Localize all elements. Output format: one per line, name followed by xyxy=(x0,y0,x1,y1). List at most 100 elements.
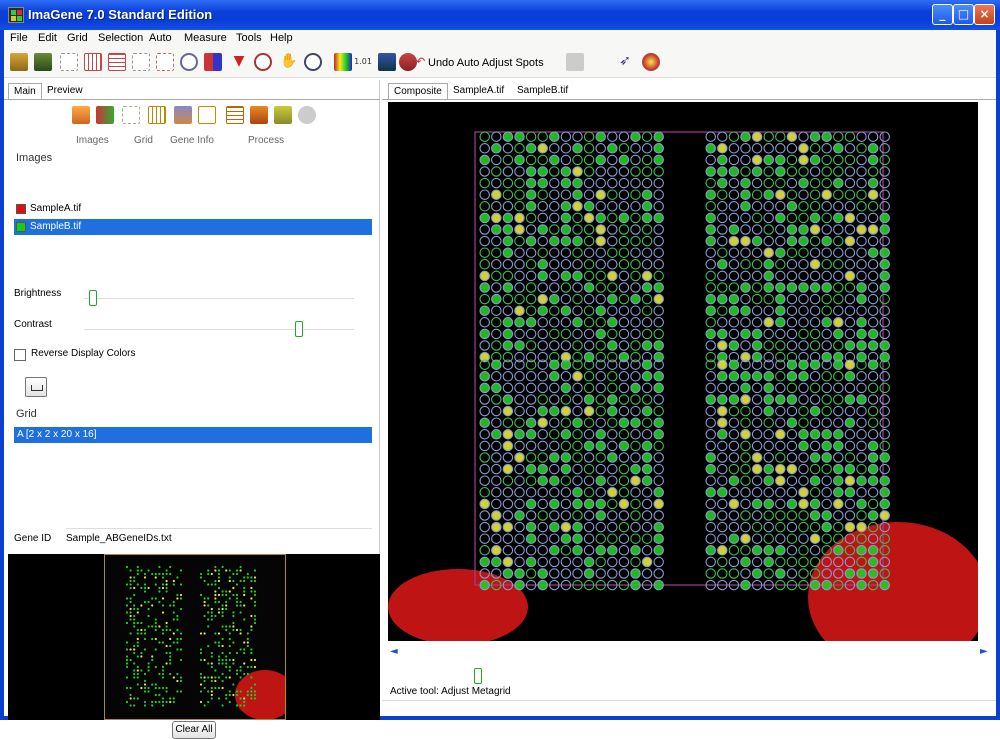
move-icon[interactable] xyxy=(156,53,174,71)
thumb-spot xyxy=(228,693,231,697)
brightness-slider[interactable] xyxy=(89,290,98,306)
tab-sample-a[interactable]: SampleA.tif xyxy=(448,83,509,99)
rotate-icon[interactable] xyxy=(180,53,198,71)
spot xyxy=(630,177,641,189)
reverse-colors-checkbox[interactable] xyxy=(14,349,26,361)
spot xyxy=(537,487,548,498)
menu-measure[interactable]: Measure xyxy=(184,32,227,44)
grid-block[interactable] xyxy=(479,131,664,363)
thumbnail-viewport[interactable] xyxy=(104,554,286,720)
scroll-right-arrow[interactable]: ► xyxy=(980,646,988,657)
spot xyxy=(833,510,844,521)
close-button[interactable]: × xyxy=(974,4,995,25)
image-row-sample-b[interactable]: SampleB.tif xyxy=(14,219,372,235)
spot xyxy=(821,498,832,510)
spot xyxy=(798,177,809,189)
tool-slider[interactable] xyxy=(474,668,482,684)
open-icon[interactable] xyxy=(10,53,28,71)
minimize-button[interactable]: _ xyxy=(932,4,953,25)
thumb-spot xyxy=(129,579,132,583)
contrast-slider[interactable] xyxy=(294,321,303,337)
thumb-spot xyxy=(225,593,228,597)
process-measure-icon[interactable] xyxy=(250,106,268,124)
palette-icon[interactable] xyxy=(642,53,660,71)
spot xyxy=(705,235,716,247)
copy-icon[interactable] xyxy=(132,53,150,71)
grid-list-item[interactable]: A [2 x 2 x 20 x 16] xyxy=(14,427,372,443)
thumb-spot xyxy=(199,572,203,576)
menu-selection[interactable]: Selection xyxy=(98,32,143,44)
grid-load-icon[interactable] xyxy=(148,106,166,124)
display-settings-button[interactable] xyxy=(25,377,47,397)
spot xyxy=(867,212,879,224)
thumb-spot xyxy=(133,651,136,655)
grid-icon[interactable] xyxy=(60,53,78,71)
maximize-button[interactable]: □ xyxy=(953,4,974,25)
save-icon[interactable] xyxy=(34,53,52,71)
thumb-spot xyxy=(176,648,179,651)
images-open-icon[interactable] xyxy=(72,106,90,124)
menu-tools[interactable]: Tools xyxy=(236,32,262,44)
tab-preview[interactable]: Preview xyxy=(42,83,88,99)
composite-canvas[interactable] xyxy=(388,102,978,641)
thumbnail-view[interactable] xyxy=(8,554,380,720)
undo-auto-adjust-button[interactable]: Undo Auto Adjust Spots xyxy=(428,57,544,69)
spot xyxy=(809,429,821,440)
lasso-icon[interactable] xyxy=(254,53,272,71)
thumb-spot xyxy=(165,625,168,628)
menu-file[interactable]: File xyxy=(10,32,28,44)
geneinfo-edit-icon[interactable] xyxy=(198,106,216,124)
thumb-spot xyxy=(239,665,242,669)
thumb-spot xyxy=(147,569,150,572)
zoom-icon[interactable] xyxy=(304,53,322,71)
flag-icon[interactable] xyxy=(204,53,222,71)
spot xyxy=(740,510,751,521)
color-icon[interactable] xyxy=(334,53,352,71)
thumb-spot xyxy=(217,579,221,583)
adjust-icon[interactable] xyxy=(399,53,417,71)
find-spot-icon[interactable] xyxy=(378,53,396,71)
menu-help[interactable]: Help xyxy=(270,32,293,44)
funnel-icon[interactable]: ▼ xyxy=(230,53,248,71)
process-grid-icon[interactable] xyxy=(226,106,244,124)
thumb-spot xyxy=(136,637,139,641)
spot xyxy=(740,328,751,340)
grid-block[interactable] xyxy=(479,359,664,591)
clear-all-button[interactable]: Clear All xyxy=(172,721,216,739)
process-export-icon[interactable] xyxy=(274,106,292,124)
thumb-spot xyxy=(136,565,139,569)
spot xyxy=(751,259,763,270)
spot xyxy=(572,440,583,452)
thumb-spot xyxy=(243,700,246,704)
brightness-track[interactable] xyxy=(84,298,354,299)
thumb-spot xyxy=(214,590,217,593)
contrast-track[interactable] xyxy=(84,329,354,330)
value-icon[interactable]: 1.01 xyxy=(354,53,372,71)
grid-block[interactable] xyxy=(705,131,890,363)
spot xyxy=(867,177,879,189)
grid-place-icon[interactable] xyxy=(122,106,140,124)
tab-main[interactable]: Main xyxy=(8,83,42,99)
grid-add-icon[interactable] xyxy=(84,53,102,71)
grid-block[interactable] xyxy=(705,359,890,591)
spot xyxy=(618,452,630,463)
thumb-spot xyxy=(169,655,172,658)
tab-sample-b[interactable]: SampleB.tif xyxy=(512,83,573,99)
scroll-left-arrow[interactable]: ◄ xyxy=(390,646,398,657)
hand-icon[interactable]: ✋ xyxy=(280,53,298,71)
images-swap-icon[interactable] xyxy=(96,106,114,124)
image-row-sample-a[interactable]: SampleA.tif xyxy=(14,201,372,217)
tab-composite[interactable]: Composite xyxy=(388,83,448,99)
thumb-spot xyxy=(129,583,132,586)
spot xyxy=(786,177,798,189)
geneinfo-load-icon[interactable] xyxy=(174,106,192,124)
menu-edit[interactable]: Edit xyxy=(38,32,57,44)
spot xyxy=(525,475,537,486)
spot xyxy=(775,371,786,382)
thumb-spot xyxy=(133,576,136,579)
grid-edit-icon[interactable] xyxy=(108,53,126,71)
menu-grid[interactable]: Grid xyxy=(67,32,88,44)
pointer-icon[interactable]: ➶ xyxy=(616,53,634,71)
menu-auto[interactable]: Auto xyxy=(149,32,172,44)
title-bar[interactable]: ImaGene 7.0 Standard Edition _ □ × xyxy=(0,0,1000,30)
